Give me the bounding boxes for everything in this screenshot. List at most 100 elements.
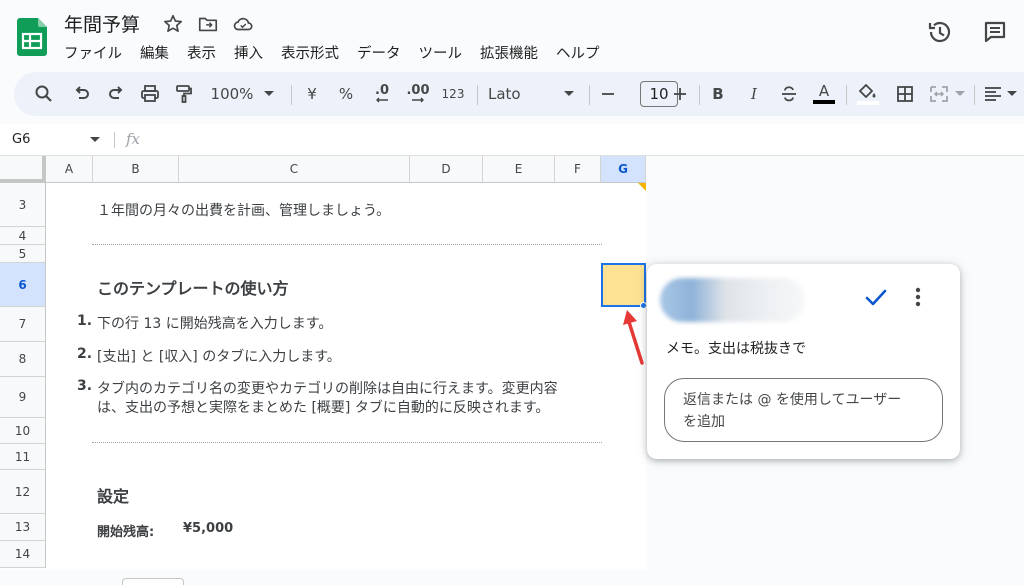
step-text[interactable]: タブ内のカテゴリ名の変更やカテゴリの削除は自由に行えます。変更内容 <box>97 378 558 398</box>
column-header-c[interactable]: C <box>179 156 410 183</box>
increase-decimal-label: .00 <box>406 83 430 98</box>
menu-help[interactable]: ヘルプ <box>556 42 600 63</box>
sheet-tab[interactable] <box>122 578 184 585</box>
move-to-folder-icon[interactable] <box>197 13 219 35</box>
increase-font-size-icon[interactable] <box>670 82 690 106</box>
column-header-b[interactable]: B <box>93 156 179 183</box>
number-format-button[interactable]: 123 <box>438 82 468 106</box>
step-text[interactable]: 下の行 13 に開始残高を入力します。 <box>97 313 332 333</box>
resolve-check-icon[interactable] <box>865 288 887 308</box>
zoom-select[interactable]: 100% <box>210 82 254 106</box>
column-header-e[interactable]: E <box>483 156 555 183</box>
percent-format-button[interactable]: % <box>336 82 356 106</box>
toolbar-divider <box>291 85 292 105</box>
spreadsheet-grid: A B C D E F G 3 4 5 6 7 8 9 10 11 12 13 … <box>0 156 646 570</box>
app-header: 年間予算 ファイル 編集 表示 挿入 表示形式 データ ツール 拡張機能 ヘルプ <box>0 0 1024 70</box>
row-header-14[interactable]: 14 <box>0 541 46 568</box>
toolbar-divider <box>699 85 700 105</box>
blurred-author-avatar <box>660 278 805 322</box>
merge-dropdown-icon[interactable] <box>954 82 966 106</box>
start-balance-value[interactable]: ¥5,000 <box>183 521 233 536</box>
fill-color-icon[interactable] <box>856 82 880 106</box>
print-icon[interactable] <box>138 82 162 106</box>
menu-tools[interactable]: ツール <box>419 42 463 63</box>
dotted-divider <box>92 442 602 443</box>
font-dropdown-icon[interactable] <box>562 82 576 106</box>
row-header-7[interactable]: 7 <box>0 307 46 342</box>
row-header-13[interactable]: 13 <box>0 514 46 541</box>
decrease-font-size-icon[interactable] <box>598 82 618 106</box>
name-box-dropdown-icon[interactable] <box>90 137 100 143</box>
toolbar-divider <box>846 85 847 105</box>
fx-icon: fx <box>126 130 141 148</box>
row-header-8[interactable]: 8 <box>0 342 46 377</box>
howto-title[interactable]: このテンプレートの使い方 <box>97 275 289 299</box>
step-text-continuation[interactable]: は、支出の予想と実際をまとめた [概要] タブに自動的に反映されます。 <box>97 397 549 417</box>
increase-decimal-button[interactable]: .00 <box>404 82 432 106</box>
text-color-button[interactable]: A <box>812 82 836 106</box>
star-icon[interactable] <box>162 13 184 35</box>
redo-icon[interactable] <box>104 82 128 106</box>
menu-format[interactable]: 表示形式 <box>281 42 339 63</box>
menu-extensions[interactable]: 拡張機能 <box>480 42 538 63</box>
row-header-11[interactable]: 11 <box>0 444 46 470</box>
borders-icon[interactable] <box>894 82 916 106</box>
row-header-10[interactable]: 10 <box>0 418 46 444</box>
zoom-dropdown-icon[interactable] <box>262 82 276 106</box>
start-balance-label[interactable]: 開始残高: <box>97 521 154 540</box>
menu-data[interactable]: データ <box>357 42 401 63</box>
row-header-4[interactable]: 4 <box>0 227 46 245</box>
menu-view[interactable]: 表示 <box>187 42 216 63</box>
menu-bar: ファイル 編集 表示 挿入 表示形式 データ ツール 拡張機能 ヘルプ <box>64 42 618 63</box>
italic-button[interactable]: I <box>744 82 764 106</box>
note-card: メモ。支出は税抜きで 返信または @ を使用してユーザー を追加 <box>647 264 960 459</box>
decrease-decimal-label: .0 <box>375 83 389 98</box>
undo-icon[interactable] <box>70 82 94 106</box>
formula-input[interactable] <box>150 128 1010 152</box>
column-header-a[interactable]: A <box>46 156 93 183</box>
red-arrow-annotation-icon <box>623 310 644 365</box>
decrease-decimal-button[interactable]: .0 <box>370 82 394 106</box>
strikethrough-icon[interactable] <box>778 82 800 106</box>
reply-placeholder-continuation: を追加 <box>683 414 725 430</box>
sheets-logo-icon[interactable] <box>17 18 47 56</box>
bold-button[interactable]: B <box>708 82 728 106</box>
row-header-5[interactable]: 5 <box>0 245 46 263</box>
sheet-tabs-bar <box>0 570 646 585</box>
toolbar-divider <box>589 85 590 105</box>
text-color-bar <box>813 100 835 104</box>
row-header-9[interactable]: 9 <box>0 377 46 418</box>
reply-input[interactable]: 返信または @ を使用してユーザー を追加 <box>664 378 943 442</box>
currency-format-button[interactable]: ¥ <box>302 82 322 106</box>
settings-title[interactable]: 設定 <box>97 483 129 507</box>
row-header-12[interactable]: 12 <box>0 470 46 514</box>
merge-cells-icon[interactable] <box>928 82 950 106</box>
paint-format-icon[interactable] <box>172 82 196 106</box>
cloud-saved-icon[interactable] <box>232 13 254 35</box>
column-header-f[interactable]: F <box>555 156 601 183</box>
intro-text[interactable]: １年間の月々の出費を計画、管理しましょう。 <box>97 200 390 220</box>
row-header-6[interactable]: 6 <box>0 263 46 307</box>
comments-icon[interactable] <box>981 18 1009 46</box>
select-all-corner[interactable] <box>0 156 46 183</box>
column-header-g[interactable]: G <box>601 156 646 183</box>
toolbar: 100% ¥ % .0 .00 123 Lato 10 B I A <box>14 72 1024 116</box>
name-box[interactable]: G6 <box>12 132 30 147</box>
menu-edit[interactable]: 編集 <box>140 42 169 63</box>
search-menus-icon[interactable] <box>32 82 56 106</box>
menu-file[interactable]: ファイル <box>64 42 122 63</box>
more-options-icon[interactable] <box>914 286 922 308</box>
selected-cell-g6[interactable] <box>601 263 646 307</box>
step-number: 2. <box>77 346 93 362</box>
step-text[interactable]: [支出] と [収入] のタブに入力します。 <box>97 346 341 366</box>
fill-color-bar <box>857 100 879 105</box>
font-select[interactable]: Lato <box>488 82 532 106</box>
version-history-icon[interactable] <box>926 18 954 46</box>
row-header-3[interactable]: 3 <box>0 183 46 227</box>
menu-insert[interactable]: 挿入 <box>234 42 263 63</box>
formula-bar: G6 fx <box>0 124 1024 156</box>
document-title[interactable]: 年間予算 <box>64 10 140 37</box>
align-dropdown-icon[interactable] <box>1006 82 1018 106</box>
horizontal-align-icon[interactable] <box>982 82 1004 106</box>
column-header-d[interactable]: D <box>410 156 483 183</box>
